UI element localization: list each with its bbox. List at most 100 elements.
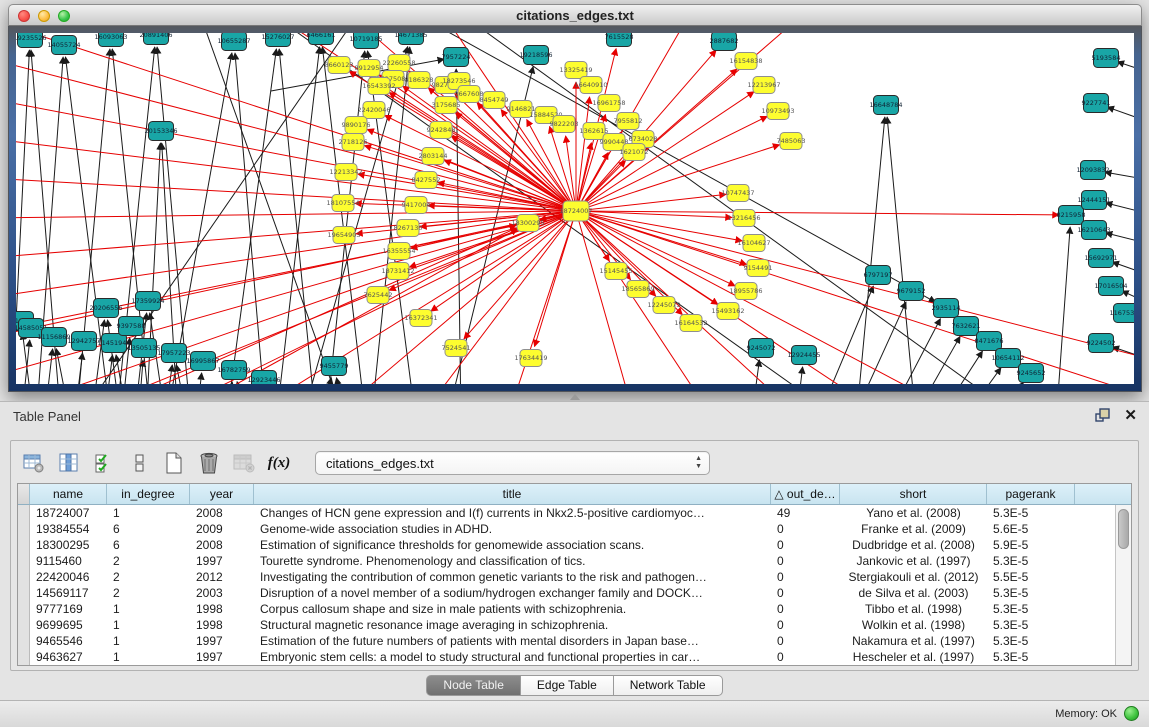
panel-splitter[interactable] — [0, 392, 1149, 401]
table-settings-icon[interactable] — [21, 450, 47, 476]
graph-edge[interactable] — [276, 47, 320, 384]
graph-node-label: 16093063 — [94, 33, 127, 41]
tab-edge-table[interactable]: Edge Table — [521, 675, 614, 696]
row-gutter — [18, 633, 30, 649]
graph-nodes[interactable]: 1872400786601238912954222605581627508116… — [16, 33, 1134, 384]
graph-edge[interactable] — [16, 58, 576, 211]
table-cell: 2008 — [190, 537, 254, 553]
graph-node-label: 15276027 — [261, 33, 294, 41]
graph-edge[interactable] — [196, 373, 202, 384]
column-header-title[interactable]: title — [254, 484, 771, 504]
graph-edge[interactable] — [887, 117, 916, 384]
new-table-icon[interactable] — [161, 450, 187, 476]
graph-edge[interactable] — [576, 211, 742, 241]
table-row[interactable]: 2242004622012Investigating the contribut… — [18, 569, 1115, 585]
tab-network-table[interactable]: Network Table — [614, 675, 723, 696]
graph-node-label: 9822203 — [550, 120, 579, 128]
scrollbar-thumb[interactable] — [1118, 509, 1129, 549]
graph-edge[interactable] — [576, 211, 1134, 363]
graph-edge[interactable] — [856, 117, 885, 384]
close-panel-icon[interactable]: ✕ — [1124, 406, 1137, 424]
table-row[interactable]: 1872400712008Changes of HCN gene express… — [18, 505, 1115, 521]
table-row[interactable]: 969969511998Structural magnetic resonanc… — [18, 617, 1115, 633]
graph-edge[interactable] — [166, 53, 232, 384]
table-row[interactable]: 1830029562008Estimation of significance … — [18, 537, 1115, 553]
graph-node-label: 8454749 — [480, 96, 509, 104]
graph-node-label: 8427552 — [412, 176, 441, 184]
graph-node-label: 8660123 — [325, 61, 354, 69]
table-cell: 2 — [107, 553, 190, 569]
table-cell: 19384554 — [30, 521, 107, 537]
graph-edge[interactable] — [576, 97, 590, 211]
network-canvas[interactable]: 1872400786601238912954222605581627508116… — [16, 33, 1134, 384]
delete-rows-icon[interactable] — [196, 450, 222, 476]
table-body: 1872400712008Changes of HCN gene express… — [18, 505, 1115, 665]
window-titlebar[interactable]: citations_edges.txt — [8, 4, 1142, 26]
graph-edge[interactable] — [751, 360, 759, 384]
table-cell: 1 — [107, 601, 190, 617]
graph-edge[interactable] — [1107, 107, 1134, 128]
column-header-pagerank[interactable]: pagerank — [987, 484, 1075, 504]
graph-edge[interactable] — [535, 211, 576, 347]
graph-node-label: 10973493 — [761, 107, 794, 115]
table-select-combobox[interactable]: citations_edges.txt ▲▼ — [315, 451, 710, 475]
graph-node-label: 16355554 — [382, 247, 415, 255]
splitter-grip-icon[interactable] — [570, 394, 580, 400]
graph-node-label: 2887682 — [710, 37, 739, 45]
graph-edge[interactable] — [1056, 227, 1070, 384]
graph-node-label: 9245652 — [1017, 369, 1046, 377]
graph-node-label: 16782759 — [217, 366, 250, 374]
column-header-in_degree[interactable]: in_degree — [107, 484, 190, 504]
memory-status-icon — [1124, 706, 1139, 721]
graph-node-label: 9242848 — [427, 126, 456, 134]
tab-node-table[interactable]: Node Table — [426, 675, 521, 696]
column-header-name[interactable]: name — [30, 484, 107, 504]
graph-edge[interactable] — [44, 349, 53, 384]
graph-edge[interactable] — [796, 367, 803, 384]
select-column-icon[interactable] — [56, 450, 82, 476]
graph-edge[interactable] — [1117, 62, 1134, 78]
column-header-short[interactable]: short — [840, 484, 987, 504]
graph-node-label: 2718126 — [339, 138, 368, 146]
select-rows-icon[interactable] — [91, 450, 117, 476]
graph-node-label: 7485063 — [777, 137, 806, 145]
graph-node-label: 13216456 — [727, 214, 760, 222]
table-row[interactable]: 911546021997Tourette syndrome. Phenomeno… — [18, 553, 1115, 569]
row-gutter — [18, 537, 30, 553]
graph-node-label: 9455779 — [320, 362, 349, 370]
combo-arrows-icon: ▲▼ — [695, 455, 702, 471]
graph-node-label: 1621072 — [620, 148, 649, 156]
table-row[interactable]: 946362711997Embryonic stem cells: a mode… — [18, 649, 1115, 665]
table-row[interactable]: 1456911722003Disruption of a novel membe… — [18, 585, 1115, 601]
graph-edge[interactable] — [336, 378, 346, 384]
vertical-scrollbar[interactable] — [1115, 505, 1131, 665]
graph-node-label: 10719185 — [349, 35, 382, 43]
table-row[interactable]: 1938455462009Genome-wide association stu… — [18, 521, 1115, 537]
graph-edge[interactable] — [1106, 233, 1134, 248]
graph-node-label: 12245073 — [647, 301, 680, 309]
graph-edge[interactable] — [16, 138, 576, 211]
graph-edge[interactable] — [1106, 203, 1134, 218]
column-header-out_de[interactable]: △ out_de… — [771, 484, 840, 504]
table-row[interactable]: 946554611997Estimation of the future num… — [18, 633, 1115, 649]
graph-edge[interactable] — [576, 211, 806, 384]
column-header-year[interactable]: year — [190, 484, 254, 504]
graph-node-label: 10655287 — [217, 37, 250, 45]
float-window-icon[interactable] — [1095, 408, 1111, 423]
delete-table-icon[interactable] — [231, 450, 257, 476]
graph-edge[interactable] — [991, 382, 1024, 384]
graph-edge[interactable] — [576, 194, 726, 211]
graph-edge[interactable] — [279, 49, 316, 384]
table-cell: 2012 — [190, 569, 254, 585]
graph-node-label: 8267130 — [394, 224, 423, 232]
window-title: citations_edges.txt — [9, 8, 1141, 23]
row-height-icon[interactable] — [126, 450, 152, 476]
function-builder-icon[interactable]: f(x) — [266, 450, 292, 476]
table-cell: 9463627 — [30, 649, 107, 665]
table-cell: Tibbo et al. (1998) — [840, 601, 987, 617]
graph-node-label: 7955812 — [614, 117, 643, 125]
graph-edge[interactable] — [235, 53, 266, 384]
table-row[interactable]: 977716911998Corpus callosum shape and si… — [18, 601, 1115, 617]
graph-edge[interactable] — [396, 33, 936, 302]
graph-svg[interactable]: 1872400786601238912954222605581627508116… — [16, 33, 1134, 384]
